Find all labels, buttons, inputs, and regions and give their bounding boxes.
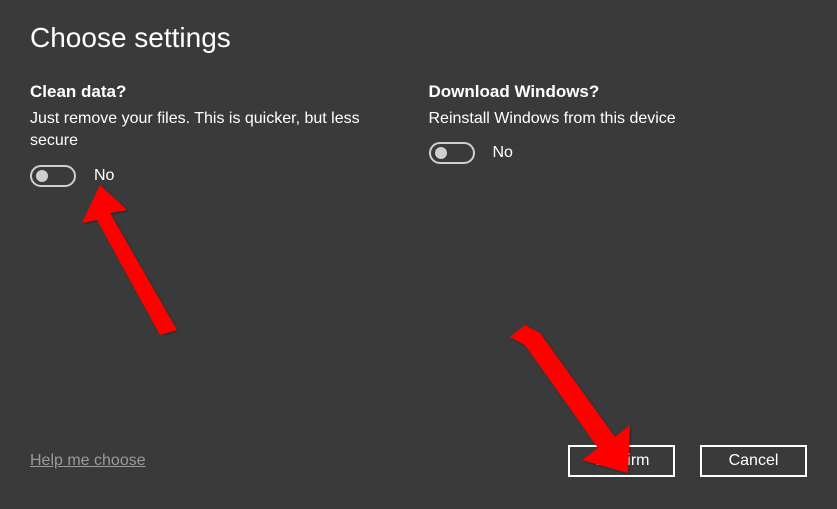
setting-download-windows: Download Windows? Reinstall Windows from… <box>429 82 808 187</box>
settings-row: Clean data? Just remove your files. This… <box>30 82 807 187</box>
clean-data-description: Just remove your files. This is quicker,… <box>30 108 409 153</box>
download-windows-toggle-label: No <box>493 144 513 162</box>
download-windows-toggle-row: No <box>429 142 808 164</box>
confirm-button[interactable]: Confirm <box>568 445 675 477</box>
cancel-button[interactable]: Cancel <box>700 445 807 477</box>
page-title: Choose settings <box>30 22 807 54</box>
button-row: Confirm Cancel <box>568 445 807 477</box>
download-windows-heading: Download Windows? <box>429 82 808 102</box>
toggle-knob-icon <box>435 147 447 159</box>
clean-data-toggle[interactable] <box>30 165 76 187</box>
clean-data-toggle-label: No <box>94 167 114 185</box>
clean-data-toggle-row: No <box>30 165 409 187</box>
toggle-knob-icon <box>36 170 48 182</box>
clean-data-heading: Clean data? <box>30 82 409 102</box>
help-me-choose-link[interactable]: Help me choose <box>30 452 146 470</box>
download-windows-toggle[interactable] <box>429 142 475 164</box>
footer: Help me choose Confirm Cancel <box>30 445 807 487</box>
download-windows-description: Reinstall Windows from this device <box>429 108 808 130</box>
setting-clean-data: Clean data? Just remove your files. This… <box>30 82 409 187</box>
